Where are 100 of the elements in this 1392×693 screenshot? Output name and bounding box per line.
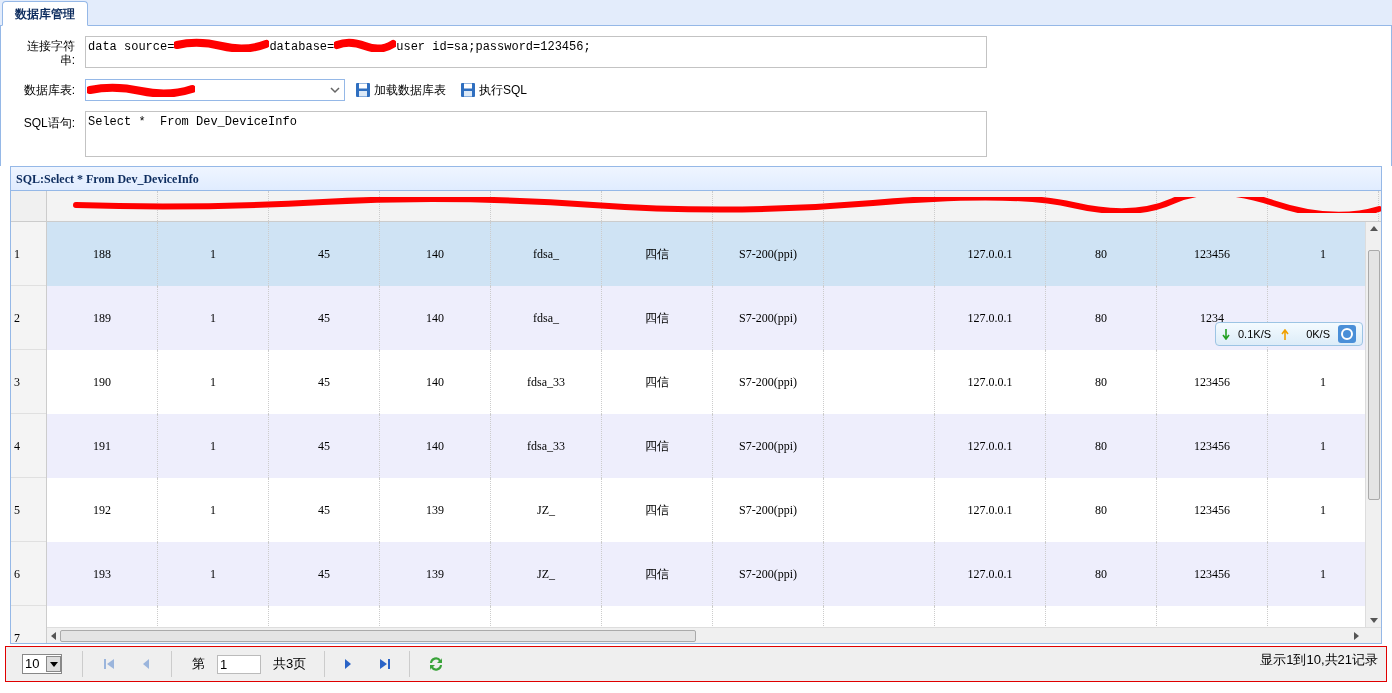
- table-cell-text: 139: [426, 502, 444, 519]
- table-cell-text: 四信: [645, 246, 669, 263]
- table-cell-text: 139: [426, 566, 444, 583]
- table-cell-text: 1: [210, 246, 216, 263]
- table-cell-text: 80: [1095, 310, 1107, 327]
- row-number: 1: [11, 222, 46, 286]
- table-cell-text: fdsa_: [533, 246, 559, 263]
- table-cell-text: 1: [210, 566, 216, 583]
- table-cell-text: 123456: [1194, 438, 1230, 455]
- table-cell-text: 1234: [1200, 310, 1224, 327]
- vertical-scrollbar[interactable]: [1365, 222, 1381, 627]
- row-number: 4: [11, 414, 46, 478]
- table-cell-text: 1: [1320, 246, 1326, 263]
- table-cell-text: 127.0.0.1: [967, 438, 1013, 455]
- table-select[interactable]: [85, 79, 345, 101]
- scroll-thumb[interactable]: [60, 629, 696, 642]
- table-cell-text: 140: [426, 374, 444, 391]
- table-cell-text: 80: [1095, 246, 1107, 263]
- table-cell-text: 45: [318, 246, 330, 263]
- table-cell-text: 192: [93, 502, 111, 519]
- down-arrow-icon: [1369, 618, 1378, 623]
- row-number: 3: [11, 350, 46, 414]
- table-cell-text: JZ_: [537, 566, 555, 583]
- table-cell-text: 140: [426, 246, 444, 263]
- right-arrow-icon: [1354, 631, 1359, 640]
- connection-string-field[interactable]: data source= database= user id=sa;password=123456;: [85, 36, 987, 68]
- table-cell-text: S7-200(ppi): [739, 246, 797, 263]
- toolbar-button[interactable]: 执行SQL: [460, 81, 527, 99]
- table-cell-text: 四信: [645, 374, 669, 391]
- table-cell-text: 123456: [1194, 374, 1230, 391]
- connection-text: data source=: [88, 39, 175, 56]
- table-cell-text: S7-200(ppi): [739, 502, 797, 519]
- table-cell-text: 127.0.0.1: [967, 310, 1013, 327]
- page-size-select[interactable]: 10: [22, 654, 62, 674]
- row-number: 5: [11, 478, 46, 542]
- table-cell-text: S7-200(ppi): [739, 374, 797, 391]
- table-cell-text: JZ_: [537, 502, 555, 519]
- table-cell-text: 1: [1320, 374, 1326, 391]
- caret-icon: [328, 85, 342, 95]
- table-cell-text: 1: [210, 310, 216, 327]
- total-pages-text: 共3页: [273, 655, 307, 674]
- table-cell-text: 123456: [1194, 566, 1230, 583]
- left-arrow-icon: [51, 631, 56, 640]
- table-cell-text: 140: [426, 438, 444, 455]
- page-label: 第: [192, 655, 205, 674]
- table-cell-text: 193: [93, 566, 111, 583]
- table-cell-text: 80: [1095, 438, 1107, 455]
- table-cell-text: 1: [1320, 566, 1326, 583]
- redaction-scribble: [334, 38, 397, 52]
- table-cell-text: 188: [93, 246, 111, 263]
- caret-icon: [46, 656, 61, 672]
- table-row[interactable]: 188 1 45 140 fdsa_ 四信 S7-200(ppi) 127.0.0.1 80 123456 1: [47, 222, 1365, 286]
- table-cell-text: 123456: [1194, 246, 1230, 263]
- table-cell-text: 四信: [645, 438, 669, 455]
- table-cell-text: 190: [93, 374, 111, 391]
- table-cell-text: 1: [210, 502, 216, 519]
- table-cell-text: 45: [318, 310, 330, 327]
- upload-speed: 0K/S: [1306, 326, 1330, 342]
- tab[interactable]: 数据库管理: [2, 1, 88, 26]
- table-cell-text: 45: [318, 502, 330, 519]
- table-cell-text: 127.0.0.1: [967, 246, 1013, 263]
- table-cell-text: 140: [426, 310, 444, 327]
- table-cell-text: S7-200(ppi): [739, 566, 797, 583]
- row-number: 6: [11, 542, 46, 606]
- download-speed: 0.1K/S: [1238, 326, 1272, 342]
- table-cell-text: 1: [210, 438, 216, 455]
- last-page-icon[interactable]: [379, 658, 392, 670]
- table-row[interactable]: 191 1 45 140 fdsa_33 四信 S7-200(ppi) 127.0.0.1 80 123456 1: [47, 414, 1365, 478]
- field-label: 数据库表:: [22, 82, 75, 99]
- table-cell-text: 45: [318, 438, 330, 455]
- table-cell-text: S7-200(ppi): [739, 310, 797, 327]
- toolbar-button[interactable]: 加载数据库表: [355, 81, 446, 99]
- table-cell-text: 127.0.0.1: [967, 566, 1013, 583]
- scroll-thumb[interactable]: [1367, 249, 1380, 500]
- table-cell-text: 80: [1095, 566, 1107, 583]
- connection-text: database=: [269, 39, 335, 56]
- connection-text: user id=sa;password=123456;: [396, 39, 591, 56]
- table-cell-text: 四信: [645, 310, 669, 327]
- up-arrow-icon: [1369, 226, 1378, 231]
- table-cell-text: 45: [318, 374, 330, 391]
- up-arrow-icon: [1281, 328, 1290, 340]
- table-cell-text: 1: [1320, 502, 1326, 519]
- page-number-field[interactable]: 1: [217, 654, 261, 674]
- table-cell-text: 1: [1320, 438, 1326, 455]
- table-cell-text: 123456: [1194, 502, 1230, 519]
- table-cell-text: 189: [93, 310, 111, 327]
- table-cell-text: 四信: [645, 502, 669, 519]
- field-label: SQL语句:: [22, 115, 75, 132]
- refresh-icon[interactable]: [428, 656, 445, 672]
- table-cell-text: 127.0.0.1: [967, 502, 1013, 519]
- table-cell-text: fdsa_: [533, 310, 559, 327]
- table-cell-text: S7-200(ppi): [739, 438, 797, 455]
- table-cell-text: 80: [1095, 502, 1107, 519]
- sql-field[interactable]: Select * From Dev_DeviceInfo: [85, 111, 987, 157]
- horizontal-scrollbar[interactable]: [47, 627, 1381, 643]
- table-cell-text: 80: [1095, 374, 1107, 391]
- table-row[interactable]: 193 1 45 139 JZ_ 四信 S7-200(ppi) 127.0.0.1 80 123456 1: [47, 542, 1365, 606]
- table-cell-text: 1: [210, 374, 216, 391]
- down-arrow-icon: [1222, 328, 1230, 340]
- table-cell-text: fdsa_33: [527, 438, 565, 455]
